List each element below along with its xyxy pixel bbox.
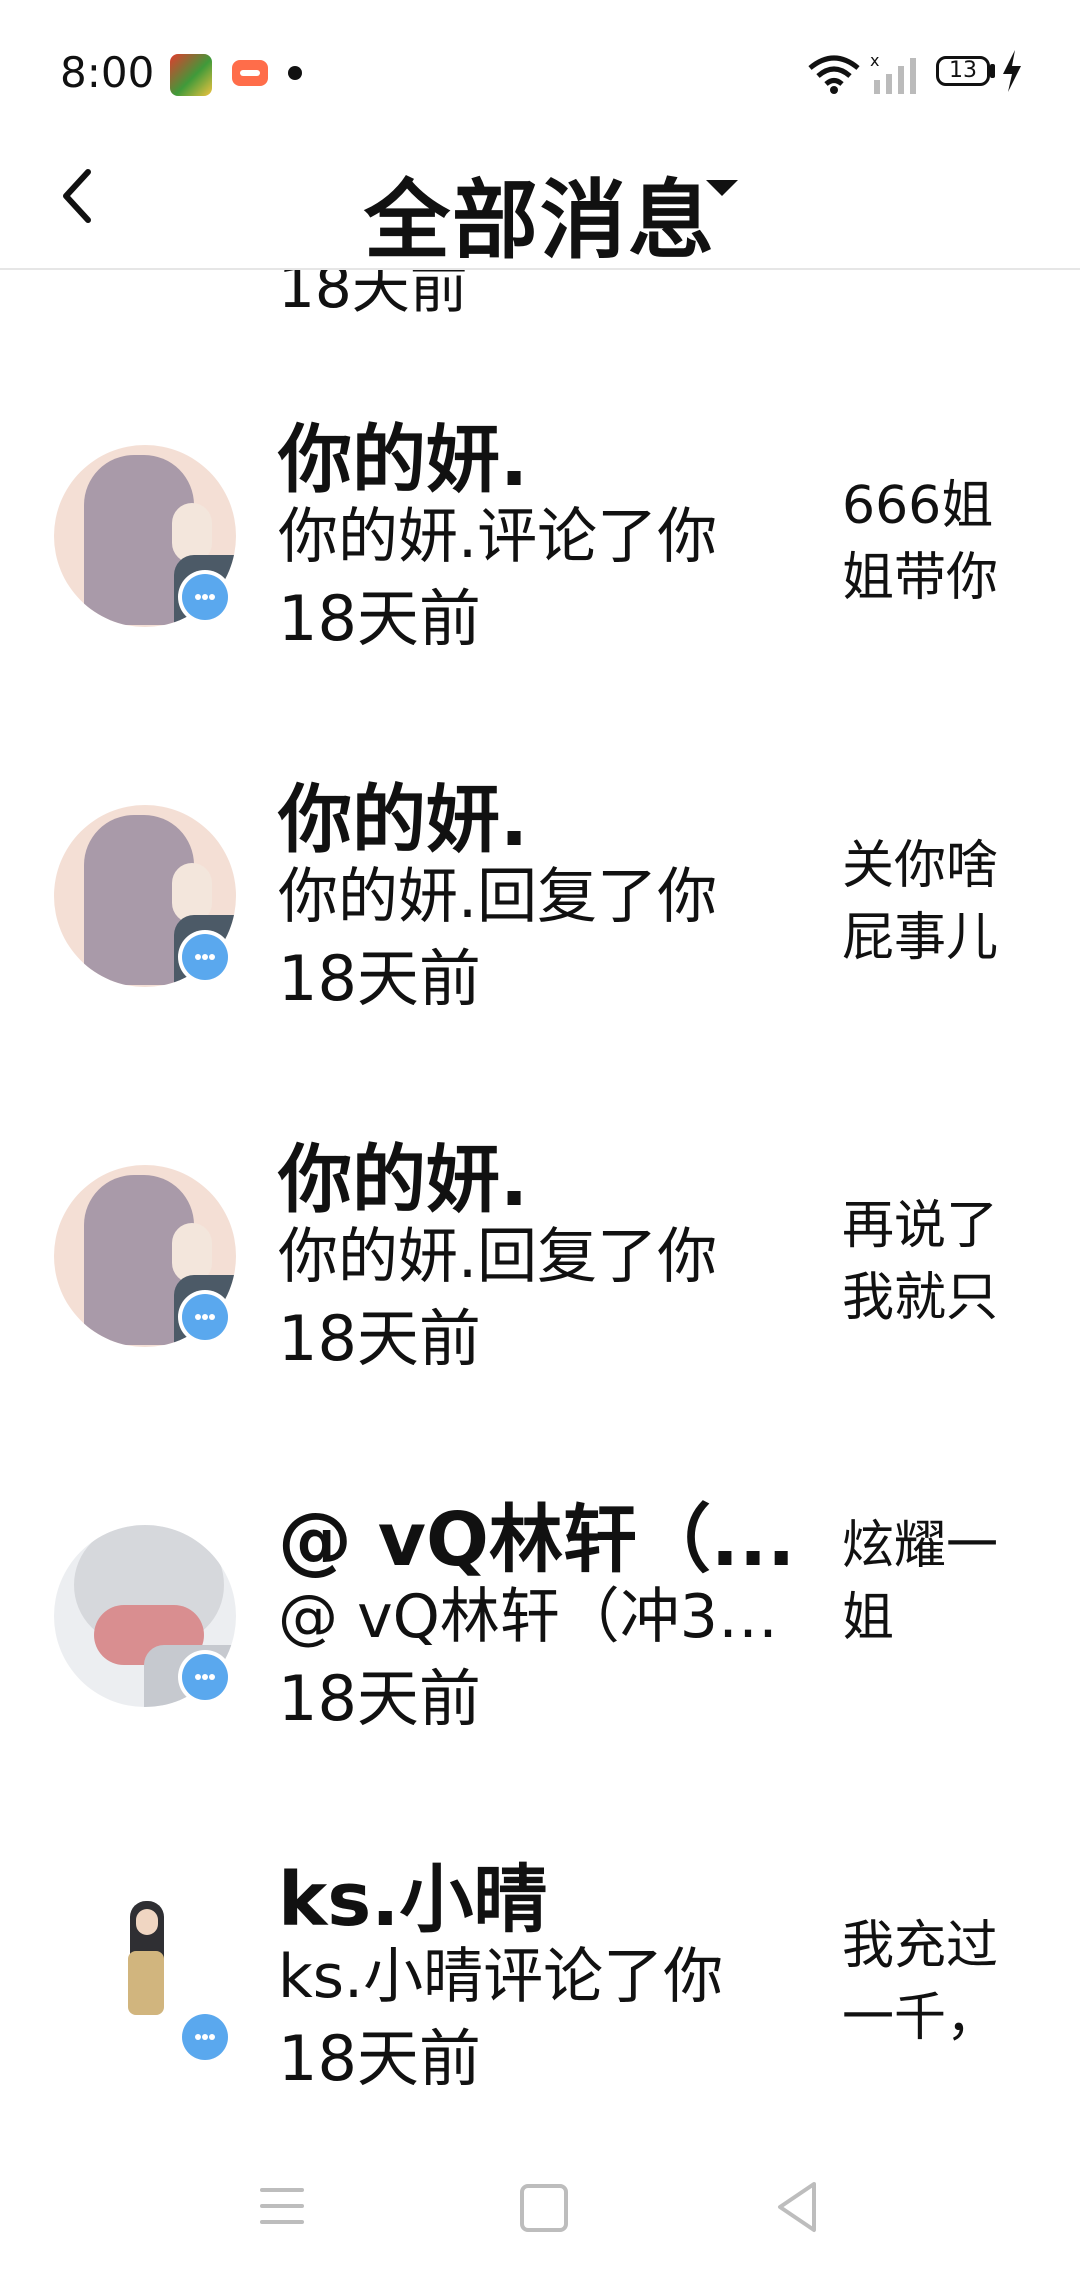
comment-badge-icon — [178, 1650, 232, 1704]
comment-badge-icon — [178, 930, 232, 984]
charging-bolt-icon — [1003, 50, 1021, 92]
battery-icon: 13 — [936, 56, 990, 86]
comment-badge-icon — [178, 1290, 232, 1344]
menu-icon[interactable] — [260, 2188, 304, 2228]
game-controller-icon — [232, 60, 268, 86]
caret-down-icon[interactable] — [706, 180, 738, 196]
list-item[interactable]: 你的妍. 你的妍.评论了你 18天前 666姐姐带你去吃 — [0, 390, 1080, 750]
list-item[interactable]: 你的妍. 你的妍.回复了你 18天前 再说了我就只玩了4 — [0, 1110, 1080, 1470]
list-item[interactable]: ks.小晴 ks.小晴评论了你 18天前 我充过一千，你会 — [0, 1830, 1080, 2120]
svg-text:x: x — [870, 52, 879, 70]
comment-badge-icon — [178, 2010, 232, 2064]
status-bar: 8:00 x 13 — [0, 0, 1080, 140]
message-list[interactable]: 18天前 你的妍. 你的妍.评论了你 18天前 666姐姐带你去吃 你的妍. 你… — [0, 240, 1080, 2120]
message-action: 你的妍.评论了你 — [278, 502, 718, 572]
battery-level: 13 — [949, 58, 977, 83]
home-icon[interactable] — [520, 2184, 568, 2232]
header: 全部消息 — [0, 140, 1080, 271]
message-action: @ vQ林轩（冲35... — [278, 1582, 808, 1652]
message-time: 18天前 — [278, 1302, 481, 1375]
message-action: 你的妍.回复了你 — [278, 1222, 718, 1292]
status-time: 8:00 — [60, 48, 155, 97]
back-triangle-icon[interactable] — [774, 2180, 820, 2234]
message-preview: 我充过一千，你会 — [842, 1916, 999, 2048]
message-action: ks.小晴评论了你 — [278, 1942, 724, 2012]
list-item[interactable]: 你的妍. 你的妍.回复了你 18天前 关你啥屁事儿😂 — [0, 750, 1080, 1110]
comment-badge-icon — [178, 570, 232, 624]
message-time: 18天前 — [278, 2022, 481, 2095]
message-preview: 关你啥屁事儿😂 — [842, 836, 999, 968]
game-app-icon — [170, 54, 212, 96]
message-preview: 炫耀一姐 — [842, 1516, 999, 1648]
wifi-icon — [808, 55, 860, 94]
signal-icon: x — [870, 52, 916, 94]
page-title[interactable]: 全部消息 — [364, 171, 716, 271]
list-item[interactable]: @ vQ林轩（... @ vQ林轩（冲35... 18天前 炫耀一姐 — [0, 1470, 1080, 1830]
message-action: 你的妍.回复了你 — [278, 862, 718, 932]
notification-dot-icon — [288, 66, 302, 80]
message-preview: 再说了我就只玩了4 — [842, 1196, 999, 1328]
message-time: 18天前 — [278, 582, 481, 655]
system-nav-bar — [0, 2160, 1080, 2280]
message-preview: 666姐姐带你去吃 — [842, 476, 999, 608]
battery-cap — [990, 64, 995, 78]
message-time: 18天前 — [278, 1662, 481, 1735]
title-wrap[interactable]: 全部消息 — [0, 150, 1080, 275]
message-time: 18天前 — [278, 942, 481, 1015]
